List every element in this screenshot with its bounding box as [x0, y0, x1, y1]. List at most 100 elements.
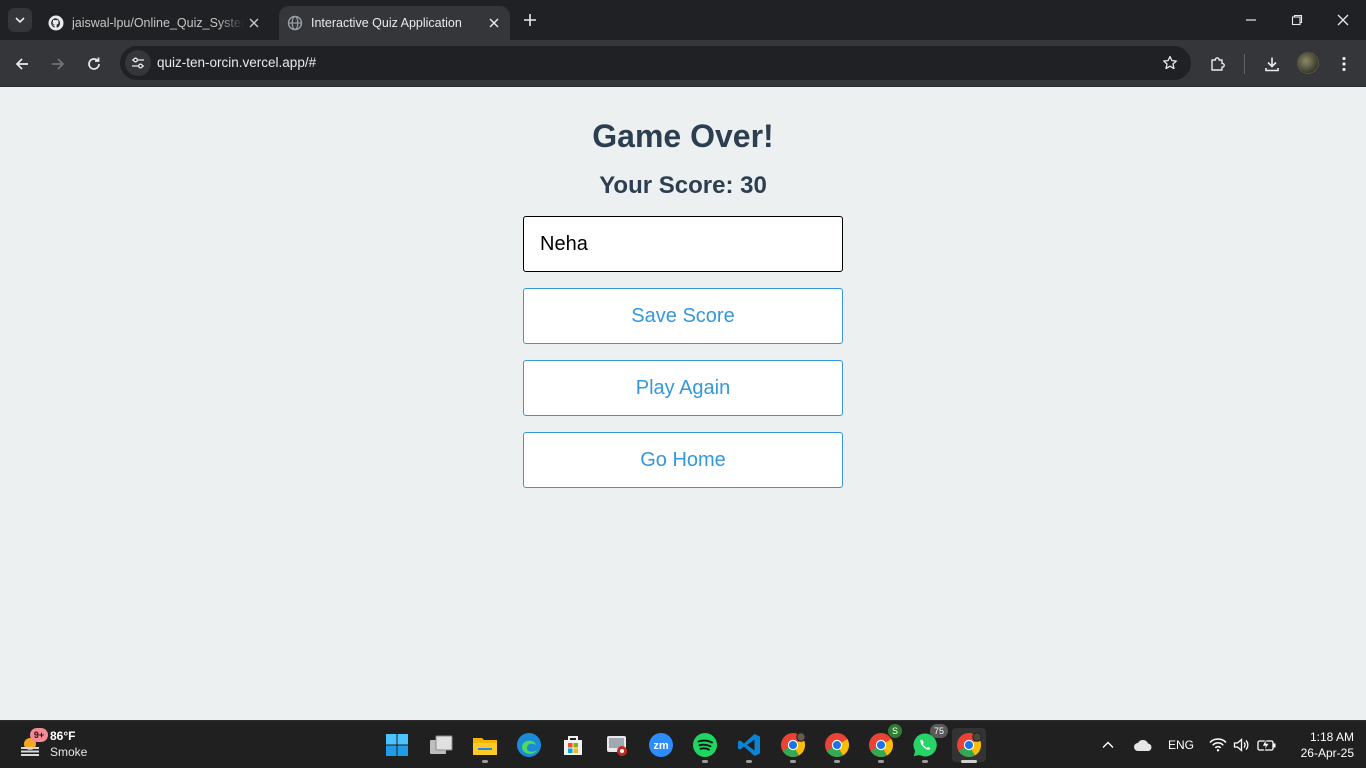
tab-title: jaiswal-lpu/Online_Quiz_System	[72, 16, 244, 30]
chrome-button-active[interactable]	[952, 728, 986, 763]
browser-menu-button[interactable]	[1331, 51, 1357, 77]
download-icon	[1265, 57, 1279, 72]
arrow-right-icon	[52, 58, 65, 70]
running-indicator	[746, 760, 752, 763]
onedrive-button[interactable]	[1133, 721, 1153, 768]
spotify-button[interactable]	[688, 728, 722, 763]
page-title: Game Over!	[592, 118, 774, 154]
site-info-button[interactable]	[125, 50, 151, 76]
browser-toolbar: quiz-ten-orcin.vercel.app/#	[0, 40, 1366, 87]
chrome-button-2[interactable]	[820, 728, 854, 763]
weather-temperature: 86°F	[50, 729, 76, 743]
running-indicator	[482, 760, 488, 763]
plus-icon	[524, 14, 536, 26]
save-score-button[interactable]: Save Score	[523, 288, 843, 344]
running-indicator	[922, 760, 928, 763]
chrome-icon	[957, 732, 982, 758]
store-bag-icon	[564, 736, 582, 755]
weather-widget[interactable]: 9+ 86°F Smoke	[16, 728, 96, 762]
chrome-icon	[781, 732, 806, 758]
zoom-button[interactable]: zm	[644, 728, 678, 762]
running-indicator	[790, 760, 796, 763]
puzzle-icon	[1211, 57, 1225, 71]
microsoft-store-button[interactable]	[556, 728, 590, 762]
toolbar-divider	[1244, 54, 1245, 74]
vscode-button[interactable]	[732, 728, 766, 763]
url-text: quiz-ten-orcin.vercel.app/#	[157, 55, 317, 70]
spotify-icon	[693, 733, 717, 757]
unread-count-badge: 75	[930, 724, 948, 738]
username-input[interactable]	[523, 216, 843, 272]
tab-quiz-app[interactable]: Interactive Quiz Application	[279, 6, 510, 40]
play-again-button[interactable]: Play Again	[523, 360, 843, 416]
battery-charging-icon	[1257, 738, 1276, 752]
minimize-button[interactable]	[1228, 0, 1274, 40]
speaker-icon	[1233, 738, 1249, 752]
show-hidden-icons-button[interactable]	[1101, 721, 1115, 768]
tab-title: Interactive Quiz Application	[311, 16, 462, 30]
start-button[interactable]	[380, 728, 414, 762]
taskbar: 9+ 86°F Smoke zm S 75 ENG 1:18 AM 26-Apr…	[0, 720, 1366, 768]
task-view-icon	[430, 735, 453, 754]
profile-avatar[interactable]	[1297, 52, 1319, 74]
minimize-icon	[1246, 19, 1256, 21]
address-bar[interactable]: quiz-ten-orcin.vercel.app/#	[120, 46, 1191, 80]
running-indicator	[702, 760, 708, 763]
file-explorer-button[interactable]	[468, 728, 502, 763]
restore-icon	[1291, 14, 1303, 26]
downloads-button[interactable]	[1259, 51, 1285, 77]
zoom-label: zm	[653, 740, 669, 752]
whatsapp-button[interactable]: 75	[908, 724, 948, 763]
quiz-end-screen: Game Over! Your Score: 30 Save Score Pla…	[0, 87, 1366, 720]
restore-button[interactable]	[1274, 0, 1320, 40]
vscode-icon	[738, 734, 760, 756]
volume-button[interactable]	[1233, 721, 1251, 768]
clock-date: 26-Apr-25	[1300, 746, 1354, 760]
edge-icon	[517, 733, 541, 757]
chevron-up-icon	[1102, 741, 1114, 748]
wifi-icon	[1209, 738, 1227, 752]
battery-button[interactable]	[1257, 721, 1277, 768]
reload-button[interactable]	[81, 51, 107, 77]
folder-icon	[473, 738, 497, 755]
close-window-button[interactable]	[1320, 0, 1366, 40]
edge-button[interactable]	[512, 728, 546, 762]
extensions-button[interactable]	[1205, 51, 1231, 77]
close-icon	[1337, 14, 1349, 26]
chevron-down-icon	[15, 17, 25, 24]
windows-logo-icon	[386, 734, 408, 756]
more-vertical-icon	[1342, 56, 1346, 72]
bookmark-star-icon[interactable]	[1161, 54, 1179, 72]
language-indicator[interactable]: ENG	[1168, 721, 1194, 768]
running-indicator	[961, 760, 977, 763]
back-button[interactable]	[9, 51, 35, 77]
running-indicator	[834, 760, 840, 763]
task-view-button[interactable]	[424, 728, 458, 762]
tab-github[interactable]: jaiswal-lpu/Online_Quiz_System	[40, 6, 270, 40]
github-icon	[48, 15, 64, 31]
reload-icon	[88, 57, 100, 70]
arrow-left-icon	[15, 58, 28, 70]
tune-icon	[132, 57, 144, 69]
tab-search-button[interactable]	[8, 8, 32, 32]
chrome-icon	[825, 733, 850, 758]
notification-badge: 9+	[30, 728, 48, 742]
wifi-button[interactable]	[1209, 721, 1227, 768]
close-tab-icon[interactable]	[484, 13, 504, 33]
zoom-icon: zm	[649, 733, 673, 757]
running-indicator	[878, 760, 884, 763]
new-tab-button[interactable]	[519, 9, 541, 31]
weather-condition: Smoke	[50, 745, 88, 759]
forward-button[interactable]	[45, 51, 71, 77]
browser-tab-bar: jaiswal-lpu/Online_Quiz_System Interacti…	[0, 0, 1366, 40]
snipping-tool-button[interactable]	[600, 728, 634, 762]
close-tab-icon[interactable]	[244, 13, 264, 33]
go-home-button[interactable]: Go Home	[523, 432, 843, 488]
snipping-tool-icon	[607, 736, 627, 756]
profile-badge: S	[888, 724, 902, 738]
cloud-icon	[1134, 740, 1152, 751]
globe-icon	[287, 15, 303, 31]
chrome-button-1[interactable]	[776, 728, 810, 763]
system-clock[interactable]: 1:18 AM 26-Apr-25	[1284, 729, 1354, 761]
chrome-button-3[interactable]: S	[864, 724, 902, 763]
